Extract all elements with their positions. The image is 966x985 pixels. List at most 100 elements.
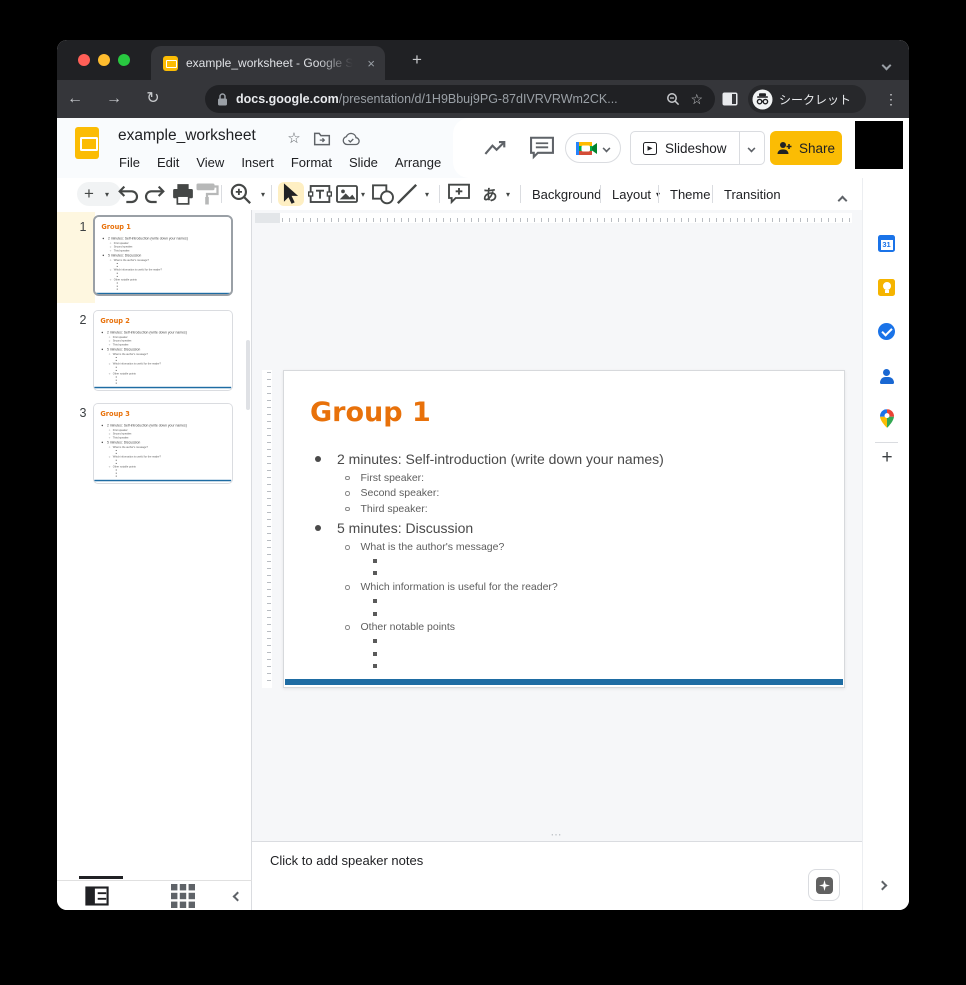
cloud-status-icon[interactable] bbox=[342, 130, 360, 148]
slides-logo-icon[interactable] bbox=[75, 127, 99, 159]
close-window-button[interactable] bbox=[78, 54, 90, 66]
bullet-text: 5 minutes: Discussion bbox=[107, 347, 140, 351]
comments-icon[interactable] bbox=[529, 135, 555, 161]
bullet-glyph bbox=[373, 571, 377, 575]
menu-slide[interactable]: Slide bbox=[349, 152, 378, 174]
image-dropdown-icon[interactable]: ▾ bbox=[357, 182, 369, 206]
transition-button[interactable]: Transition bbox=[724, 182, 781, 206]
thumb-slide-title: Group 1 bbox=[101, 223, 131, 231]
maps-icon[interactable] bbox=[877, 409, 896, 428]
slide-body-text[interactable]: 2 minutes: Self-introduction (write down… bbox=[284, 447, 844, 672]
collapse-toolbar-chevron-icon[interactable] bbox=[839, 191, 846, 209]
forward-icon[interactable]: → bbox=[102, 87, 126, 111]
side-panel-icon[interactable] bbox=[721, 90, 739, 108]
spark-icon bbox=[816, 877, 833, 894]
slide-title[interactable]: Group 1 bbox=[310, 397, 431, 428]
bullet-glyph bbox=[116, 377, 117, 378]
input-tools-dropdown-icon[interactable]: ▾ bbox=[502, 182, 514, 206]
slide-accent-bar bbox=[285, 679, 843, 685]
toolbar-divider bbox=[600, 185, 601, 203]
background-button[interactable]: Background bbox=[532, 182, 601, 206]
slide-thumbnail-1[interactable]: Group 1 2 minutes: Self-introduction (wr… bbox=[93, 215, 233, 296]
zoom-tool-icon[interactable] bbox=[229, 182, 253, 206]
reload-icon[interactable]: ↻ bbox=[141, 87, 165, 111]
bullet-glyph bbox=[117, 266, 118, 267]
bullet-text: First speaker: bbox=[113, 336, 129, 339]
document-title[interactable]: example_worksheet bbox=[118, 127, 256, 145]
address-bar[interactable]: docs.google.com/presentation/d/1H9Bbuj9P… bbox=[205, 85, 715, 113]
slideshow-button[interactable]: ▶ Slideshow bbox=[631, 132, 740, 164]
move-folder-icon[interactable] bbox=[313, 130, 331, 148]
tasks-icon[interactable] bbox=[877, 322, 896, 341]
select-cursor-icon[interactable] bbox=[279, 182, 303, 206]
new-slide-button[interactable]: + bbox=[77, 182, 101, 206]
bookmark-star-icon[interactable]: ☆ bbox=[690, 91, 703, 108]
back-icon[interactable]: ← bbox=[63, 87, 87, 111]
keep-icon[interactable] bbox=[877, 278, 896, 297]
menu-edit[interactable]: Edit bbox=[157, 152, 179, 174]
new-slide-dropdown-icon[interactable]: ▾ bbox=[101, 182, 113, 206]
slide-filmstrip: 1 Group 1 2 minutes: Self-introduction (… bbox=[57, 210, 252, 910]
menu-file[interactable]: File bbox=[119, 152, 140, 174]
zoom-dropdown-icon[interactable]: ▾ bbox=[257, 182, 269, 206]
get-add-ons-button[interactable]: + bbox=[875, 446, 899, 470]
slide-canvas-area: Group 1 2 minutes: Self-introduction (wr… bbox=[252, 210, 862, 841]
theme-button[interactable]: Theme bbox=[670, 182, 710, 206]
undo-icon[interactable] bbox=[117, 182, 141, 206]
browser-tab[interactable]: example_worksheet - Google S × bbox=[151, 46, 385, 80]
bullet-glyph bbox=[117, 289, 118, 290]
paint-format-icon[interactable] bbox=[195, 182, 219, 206]
slideshow-play-icon: ▶ bbox=[643, 142, 657, 155]
line-dropdown-icon[interactable]: ▾ bbox=[421, 182, 433, 206]
grid-view-button[interactable] bbox=[171, 884, 195, 908]
menu-format[interactable]: Format bbox=[291, 152, 332, 174]
activity-trend-icon[interactable] bbox=[483, 135, 509, 161]
toolbar-divider bbox=[712, 185, 713, 203]
notes-resize-handle[interactable]: ⋯ bbox=[542, 828, 572, 841]
menu-insert[interactable]: Insert bbox=[241, 152, 274, 174]
bullet-glyph bbox=[109, 456, 110, 457]
filmstrip-scrollbar[interactable] bbox=[246, 340, 250, 410]
bullet-glyph bbox=[315, 456, 321, 462]
page-zoom-icon[interactable] bbox=[666, 92, 680, 106]
menu-arrange[interactable]: Arrange bbox=[395, 152, 441, 174]
menu-view[interactable]: View bbox=[196, 152, 224, 174]
tab-overflow-chevron-icon[interactable] bbox=[883, 56, 890, 74]
collapse-filmstrip-chevron-icon[interactable] bbox=[225, 884, 249, 908]
textbox-icon[interactable] bbox=[308, 182, 332, 206]
thumb-slide-bullets: 2 minutes: Self-introduction (write down… bbox=[94, 423, 231, 478]
ai-assist-button[interactable] bbox=[808, 869, 840, 901]
insert-line-icon[interactable] bbox=[395, 182, 419, 206]
slide-thumbnail-2[interactable]: Group 2 2 minutes: Self-introduction (wr… bbox=[93, 310, 233, 391]
calendar-icon[interactable]: 31 bbox=[877, 234, 896, 253]
thumbnail-preview: Group 3 2 minutes: Self-introduction (wr… bbox=[94, 404, 232, 483]
show-side-panel-chevron-icon[interactable] bbox=[879, 882, 886, 889]
star-document-icon[interactable]: ☆ bbox=[285, 130, 303, 148]
insert-comment-icon[interactable] bbox=[447, 182, 471, 206]
thumb-slide-title: Group 2 bbox=[100, 317, 130, 325]
new-tab-button[interactable]: + bbox=[405, 48, 429, 72]
layout-button[interactable]: Layout▾ bbox=[612, 182, 660, 206]
contacts-icon[interactable] bbox=[877, 366, 896, 385]
meet-icon bbox=[576, 140, 598, 157]
bullet-item-level-2: Other notable points bbox=[284, 620, 844, 636]
meet-dropdown-icon[interactable] bbox=[603, 144, 611, 152]
share-button[interactable]: Share bbox=[770, 131, 842, 165]
browser-menu-kebab-icon[interactable]: ⋮ bbox=[879, 87, 903, 111]
insert-image-icon[interactable] bbox=[335, 182, 359, 206]
speaker-notes-placeholder[interactable]: Click to add speaker notes bbox=[270, 853, 423, 868]
zoom-window-button[interactable] bbox=[118, 54, 130, 66]
slideshow-dropdown-button[interactable] bbox=[740, 132, 764, 164]
slide-editor-surface[interactable]: Group 1 2 minutes: Self-introduction (wr… bbox=[283, 370, 845, 688]
tab-close-icon[interactable]: × bbox=[367, 57, 375, 70]
bullet-glyph bbox=[116, 473, 117, 474]
insert-shape-icon[interactable] bbox=[371, 182, 395, 206]
slide-thumbnail-3[interactable]: Group 3 2 minutes: Self-introduction (wr… bbox=[93, 403, 233, 484]
print-icon[interactable] bbox=[171, 182, 195, 206]
filmstrip-view-button[interactable] bbox=[85, 884, 109, 908]
meet-button[interactable] bbox=[565, 133, 621, 163]
account-avatar[interactable] bbox=[855, 121, 903, 169]
redo-icon[interactable] bbox=[142, 182, 166, 206]
minimize-window-button[interactable] bbox=[98, 54, 110, 66]
input-tools-icon[interactable]: あ bbox=[478, 182, 502, 206]
